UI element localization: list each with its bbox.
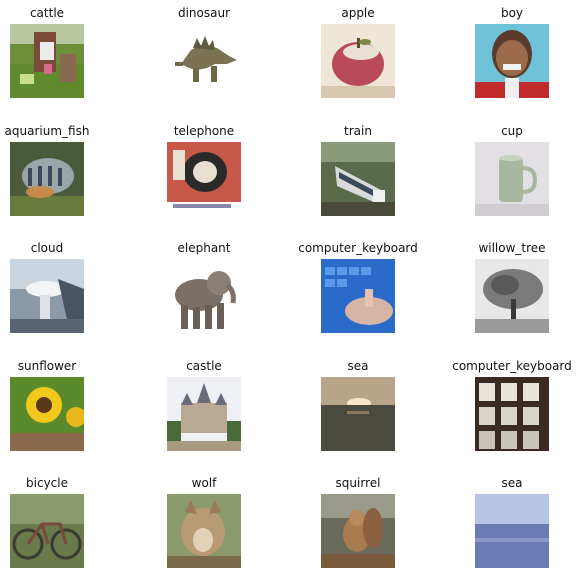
- tile-label: elephant: [177, 241, 231, 255]
- tile-sea: sea: [288, 355, 428, 451]
- tile-label: telephone: [173, 124, 235, 138]
- bicycle-image: [10, 494, 84, 568]
- tile-castle: castle: [134, 355, 274, 451]
- tile-boy: boy: [442, 2, 579, 98]
- computer-keyboard-image: [321, 259, 395, 333]
- willow-tree-image: [475, 259, 549, 333]
- tile-label: willow_tree: [478, 241, 546, 255]
- telephone-image: [167, 142, 241, 216]
- tile-cattle: cattle: [0, 2, 117, 98]
- computer-keyboard-image: [475, 377, 549, 451]
- tile-label: apple: [341, 6, 375, 20]
- image-grid: cattle dinosaur apple boy aquarium_fish …: [0, 0, 579, 574]
- tile-sunflower: sunflower: [0, 355, 117, 451]
- sea-image: [321, 377, 395, 451]
- tile-computer-keyboard-2: computer_keyboard: [442, 355, 579, 451]
- tile-label: squirrel: [335, 476, 381, 490]
- tile-telephone: telephone: [134, 120, 274, 216]
- tile-elephant: elephant: [134, 237, 274, 333]
- tile-label: sunflower: [17, 359, 77, 373]
- aquarium-fish-image: [10, 142, 84, 216]
- wolf-image: [167, 494, 241, 568]
- tile-label: cup: [501, 124, 523, 138]
- tile-cloud: cloud: [0, 237, 117, 333]
- cup-image: [475, 142, 549, 216]
- tile-label: cattle: [29, 6, 65, 20]
- tile-label: computer_keyboard: [452, 359, 572, 373]
- cloud-image: [10, 259, 84, 333]
- sea-image: [475, 494, 549, 568]
- tile-label: boy: [500, 6, 524, 20]
- tile-label: train: [344, 124, 372, 138]
- tile-label: dinosaur: [177, 6, 231, 20]
- tile-apple: apple: [288, 2, 428, 98]
- cattle-image: [10, 24, 84, 98]
- tile-label: computer_keyboard: [298, 241, 418, 255]
- tile-cup: cup: [442, 120, 579, 216]
- tile-train: train: [288, 120, 428, 216]
- tile-aquarium-fish: aquarium_fish: [0, 120, 117, 216]
- squirrel-image: [321, 494, 395, 568]
- dinosaur-image: [167, 24, 241, 98]
- train-image: [321, 142, 395, 216]
- castle-image: [167, 377, 241, 451]
- tile-sea-2: sea: [442, 472, 579, 568]
- tile-willow-tree: willow_tree: [442, 237, 579, 333]
- tile-computer-keyboard: computer_keyboard: [288, 237, 428, 333]
- tile-bicycle: bicycle: [0, 472, 117, 568]
- tile-label: aquarium_fish: [4, 124, 90, 138]
- tile-dinosaur: dinosaur: [134, 2, 274, 98]
- boy-image: [475, 24, 549, 98]
- sunflower-image: [10, 377, 84, 451]
- tile-label: wolf: [191, 476, 217, 490]
- tile-squirrel: squirrel: [288, 472, 428, 568]
- tile-label: sea: [501, 476, 523, 490]
- apple-image: [321, 24, 395, 98]
- tile-wolf: wolf: [134, 472, 274, 568]
- tile-label: sea: [347, 359, 369, 373]
- tile-label: bicycle: [26, 476, 68, 490]
- tile-label: castle: [186, 359, 222, 373]
- tile-label: cloud: [30, 241, 64, 255]
- elephant-image: [167, 259, 241, 333]
